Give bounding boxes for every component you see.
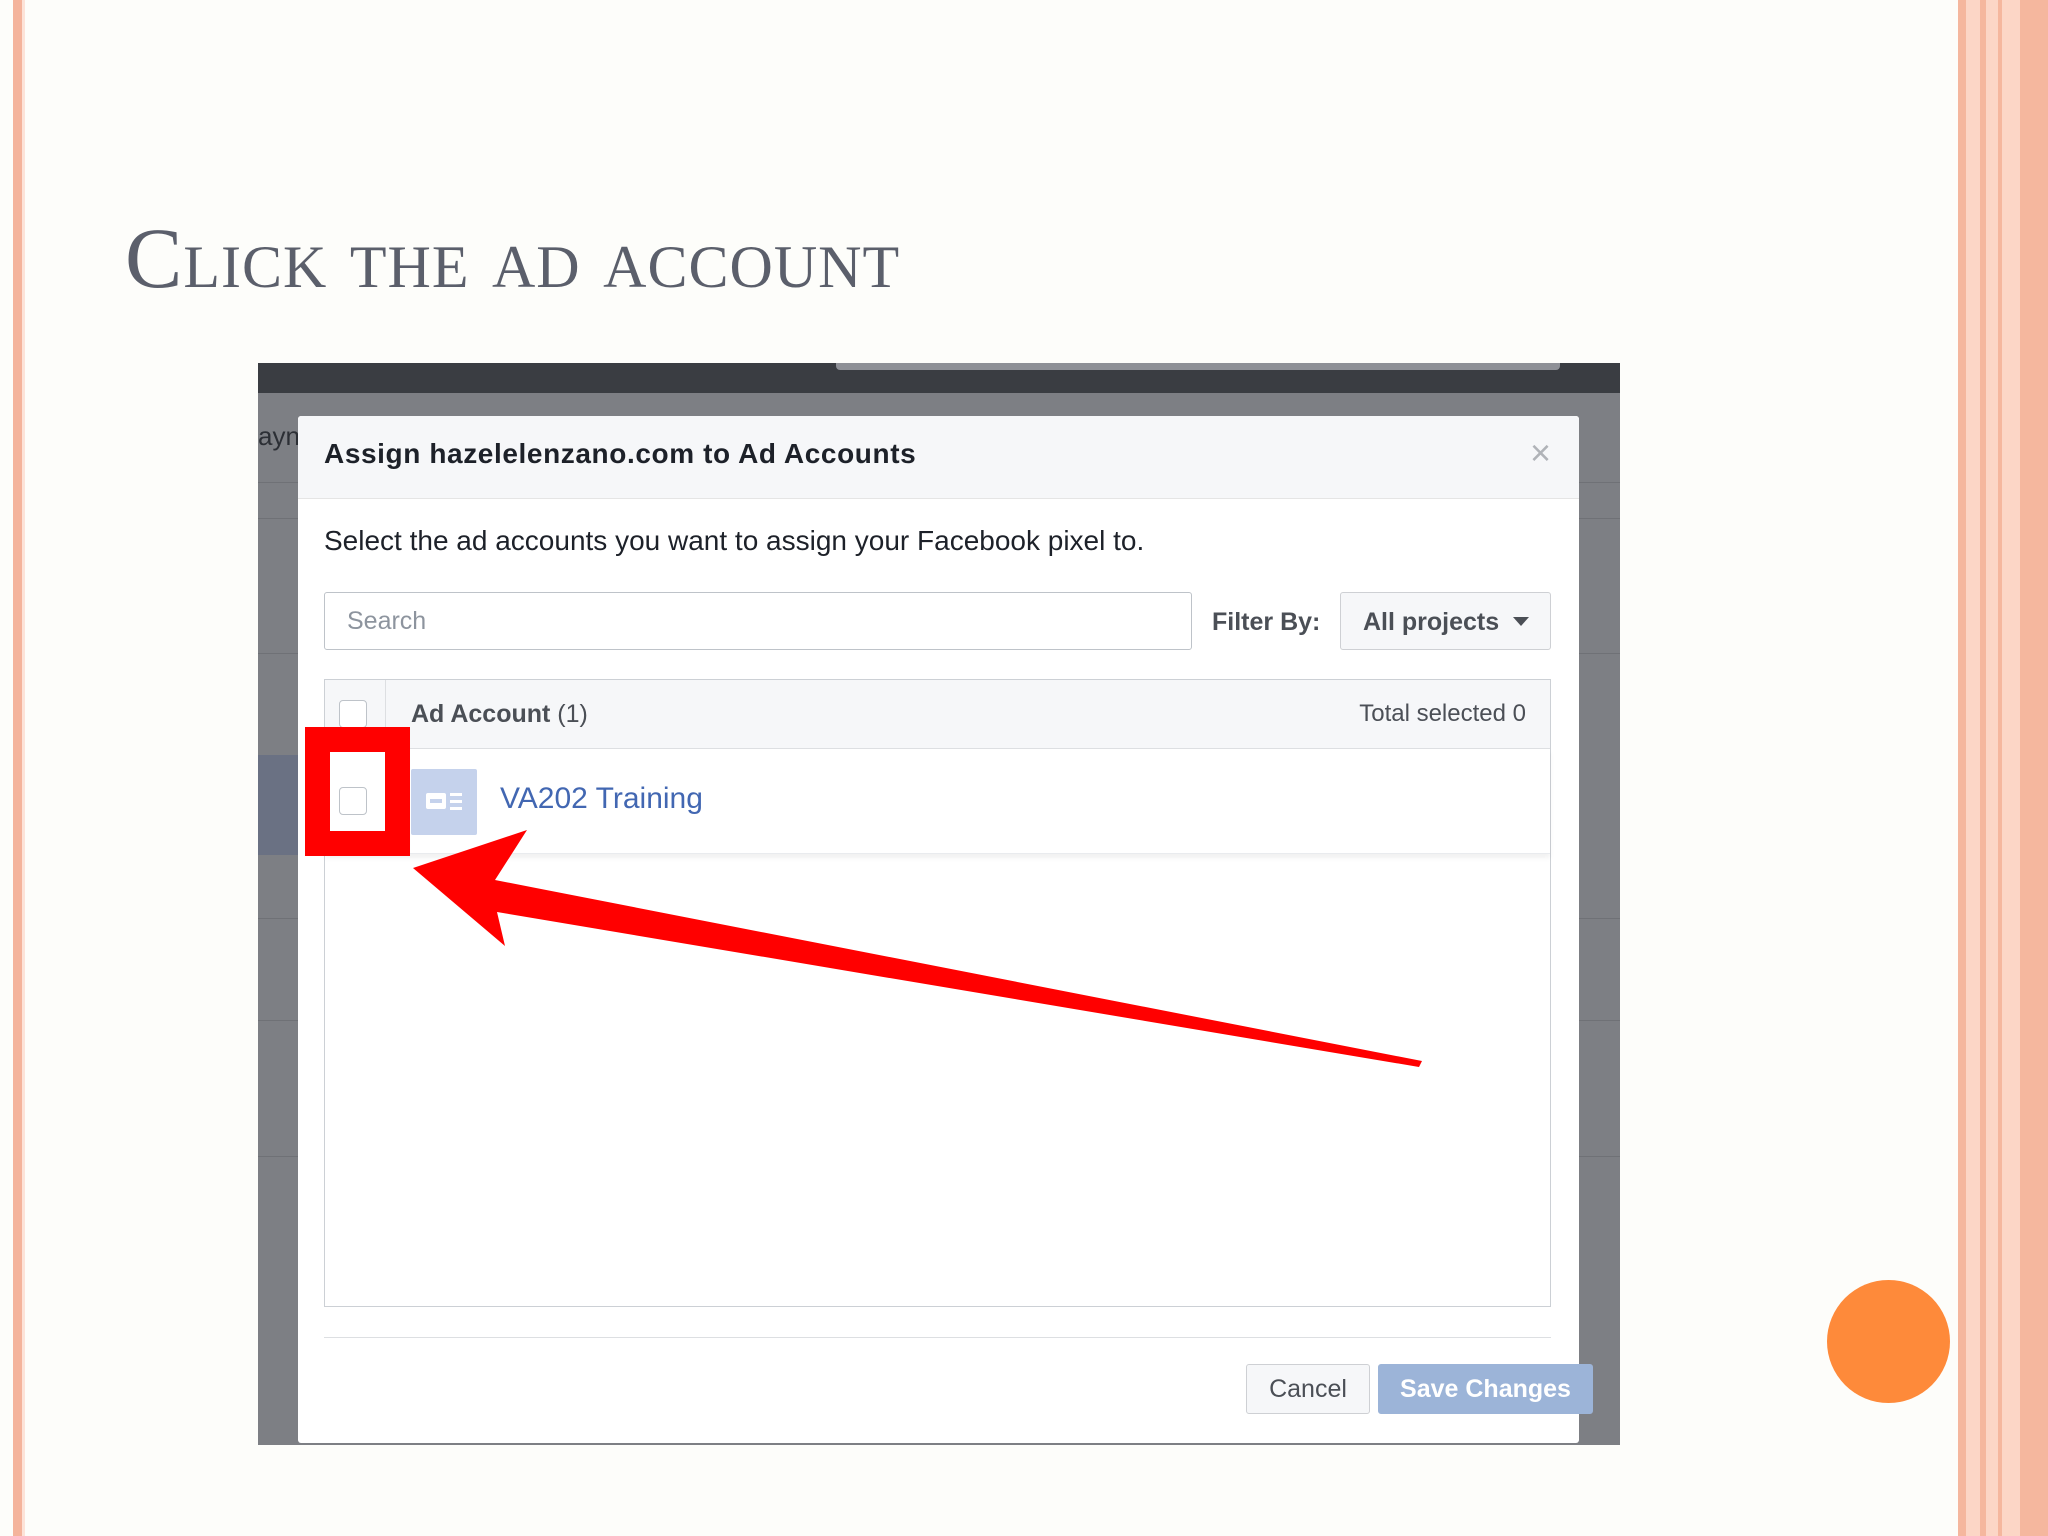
footer-divider (324, 1337, 1551, 1338)
right-border-stripe (2020, 0, 2048, 1536)
right-border-stripe (1980, 0, 1986, 1536)
decorative-orange-circle (1827, 1280, 1950, 1403)
top-bar-tab (836, 363, 1560, 370)
filter-selected-value: All projects (1363, 608, 1500, 636)
right-border-stripe (1958, 0, 1966, 1536)
icon-line (450, 800, 462, 803)
table-row[interactable]: VA202 Training (325, 749, 1550, 854)
assign-ad-accounts-dialog: Assign hazelelenzano.com to Ad Accounts … (298, 416, 1593, 1443)
cancel-button[interactable]: Cancel (1246, 1364, 1370, 1414)
chevron-down-icon (1513, 617, 1529, 626)
background-text-fragment: ayn (258, 421, 300, 451)
table-header: Ad Account (1) Total selected 0 (325, 680, 1550, 749)
dialog-instructions: Select the ad accounts you want to assig… (324, 525, 1145, 556)
ad-account-name-link[interactable]: VA202 Training (500, 782, 703, 816)
highlight-box-annotation (305, 727, 410, 856)
ad-account-table: Ad Account (1) Total selected 0 VA202 Tr… (324, 679, 1551, 1307)
icon-line (450, 793, 462, 796)
filter-label: Filter By: (1212, 608, 1321, 636)
screenshot: ayn Assign hazelelenzano.com to Ad Accou… (258, 363, 1620, 1445)
dialog-header: Assign hazelelenzano.com to Ad Accounts … (298, 416, 1579, 499)
header-title: Ad Account (411, 700, 551, 728)
card-shape (426, 793, 446, 809)
dialog-title: Assign hazelelenzano.com to Ad Accounts (324, 438, 917, 469)
search-input[interactable] (324, 592, 1192, 650)
slide-right-border (1958, 0, 2048, 1536)
header-label: Ad Account (1) (411, 700, 588, 729)
slide-title: Click the ad account (125, 210, 901, 306)
background-selected-block (258, 755, 298, 855)
icon-line (450, 807, 462, 810)
header-count: (1) (557, 700, 588, 728)
right-border-stripe (1998, 0, 2002, 1536)
save-changes-button[interactable]: Save Changes (1378, 1364, 1593, 1414)
total-selected: Total selected 0 (1359, 700, 1526, 727)
slide-left-border-inner (22, 0, 25, 1536)
browser-top-bar (258, 363, 1620, 393)
ad-account-icon (411, 769, 477, 835)
filter-dropdown[interactable]: All projects (1340, 592, 1551, 650)
close-icon[interactable]: × (1530, 432, 1551, 474)
select-all-checkbox[interactable] (339, 700, 367, 728)
slide-left-border (13, 0, 22, 1536)
